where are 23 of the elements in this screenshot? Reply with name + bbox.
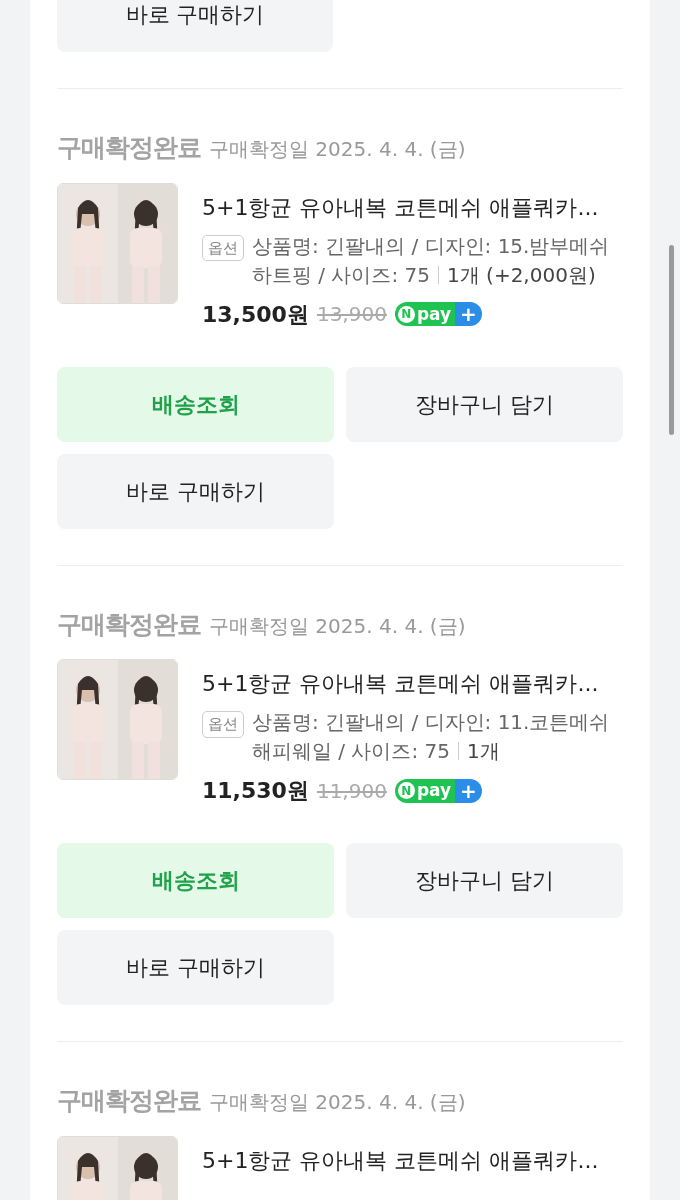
price: 11,530원 <box>202 777 309 805</box>
scrollbar-thumb[interactable] <box>669 245 674 435</box>
option-tag: 옵션 <box>202 711 244 738</box>
confirm-date: 구매확정일 2025. 4. 4. (금) <box>209 612 466 640</box>
order-status: 구매확정완료 <box>57 132 201 164</box>
buy-now-button[interactable]: 바로 구매하기 <box>57 0 333 52</box>
price: 13,500원 <box>202 300 309 329</box>
confirm-date: 구매확정일 2025. 4. 4. (금) <box>209 1089 466 1116</box>
option-tag: 옵션 <box>202 234 244 261</box>
product-title[interactable]: 5+1항균 유아내복 코튼메쉬 애플쿼카... <box>202 1143 623 1177</box>
order-status: 구매확정완료 <box>57 1085 201 1117</box>
option-text: 상품명: 긴팔내의 / 디자인: 15.밤부메쉬 하트핑 / 사이즈: 75 1개 (+2,000원) <box>252 232 611 289</box>
buy-now-button[interactable]: 바로 구매하기 <box>57 453 334 529</box>
add-to-cart-button[interactable]: 장바구니 담기 <box>346 843 623 918</box>
option-text: 상품명: 긴팔내의 / 디자인: 11.코튼메쉬 해피웨일 / 사이즈: 75 1개 <box>252 709 611 765</box>
add-to-cart-button[interactable]: 장바구니 담기 <box>346 366 623 442</box>
product-title[interactable]: 5+1항균 유아내복 코튼메쉬 애플쿼카... <box>202 667 623 700</box>
order-status: 구매확정완료 <box>57 608 201 641</box>
original-price: 11,900 <box>316 777 387 805</box>
original-price: 13,900 <box>316 301 387 328</box>
buy-now-button[interactable]: 바로 구매하기 <box>57 930 334 1005</box>
confirm-date: 구매확정일 2025. 4. 4. (금) <box>209 136 466 163</box>
product-title[interactable]: 5+1항균 유아내복 코튼메쉬 애플쿼카... <box>202 190 623 224</box>
